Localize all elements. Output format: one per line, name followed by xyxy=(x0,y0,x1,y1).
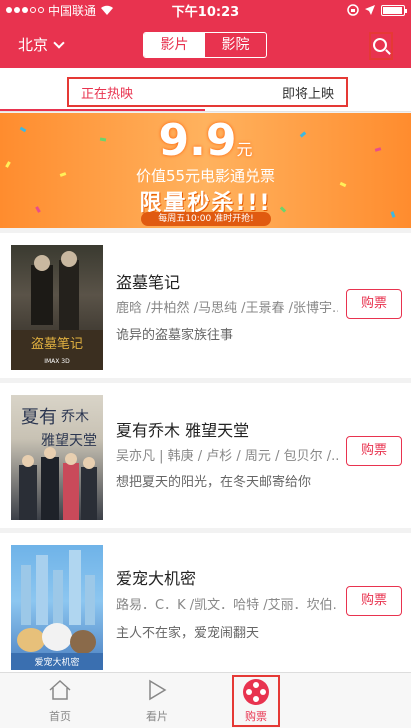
movie-item[interactable]: 盗墓笔记 IMAX 3D 盗墓笔记 鹿晗 /井柏然 /马思纯 /王景春 /张博宇… xyxy=(0,233,411,378)
movie-title: 夏有乔木 雅望天堂 xyxy=(116,421,250,440)
bottom-nav-label: 购票 xyxy=(245,710,267,723)
poster-xiayouqiaomu: 夏有 乔木 雅望天堂 xyxy=(11,395,103,520)
bottom-nav-watch[interactable]: 看片 xyxy=(127,679,187,724)
movie-cast: 路易．C．K /凯文．哈特 /艾丽．坎伯... xyxy=(116,598,338,613)
status-time: 下午10:23 xyxy=(171,4,240,20)
movie-cast: 吴亦凡 | 韩庚 / 卢杉 / 周元 / 包贝尔 /... xyxy=(116,449,338,464)
segment-control: 影片 影院 xyxy=(143,32,267,58)
bottom-nav-label: 看片 xyxy=(146,710,168,723)
movie-description: 想把夏天的阳光，在冬天邮寄给你 xyxy=(116,475,312,490)
rotation-lock-icon xyxy=(347,4,359,16)
signal-icon xyxy=(6,7,44,13)
search-button[interactable] xyxy=(369,32,393,60)
svg-text:盗墓笔记: 盗墓笔记 xyxy=(31,336,83,352)
chevron-down-icon xyxy=(53,36,65,49)
svg-text:夏有: 夏有 xyxy=(21,407,57,428)
nav-bar: 北京 影片 影院 xyxy=(0,20,411,68)
segment-movies[interactable]: 影片 xyxy=(144,33,205,57)
promo-price: 9.9元 xyxy=(158,115,253,166)
buy-ticket-button[interactable]: 购票 xyxy=(346,586,402,616)
movie-title: 盗墓笔记 xyxy=(116,273,181,292)
buy-ticket-button[interactable]: 购票 xyxy=(346,436,402,466)
buy-ticket-button[interactable]: 购票 xyxy=(346,289,402,319)
movie-description: 主人不在家，爱宠闹翻天 xyxy=(116,626,260,641)
svg-text:乔木: 乔木 xyxy=(61,409,89,425)
bottom-nav-label: 首页 xyxy=(49,710,71,723)
home-icon xyxy=(49,679,71,700)
carrier-label: 中国联通 xyxy=(48,3,97,18)
movie-description: 诡异的盗墓家族往事 xyxy=(116,328,234,343)
promo-subtitle: 价值55元电影通兑票 xyxy=(135,167,276,185)
movie-cast: 鹿晗 /井柏然 /马思纯 /王景春 /张博宇... xyxy=(116,301,338,316)
location-icon xyxy=(365,5,375,15)
wifi-icon xyxy=(101,5,114,15)
svg-text:爱宠大机密: 爱宠大机密 xyxy=(34,656,79,668)
bottom-nav-tickets[interactable]: 购票 xyxy=(232,675,280,727)
svg-text:雅望天堂: 雅望天堂 xyxy=(41,433,97,449)
poster-daomubiji: 盗墓笔记 IMAX 3D xyxy=(11,245,103,370)
segment-cinemas[interactable]: 影院 xyxy=(205,33,266,57)
movie-item[interactable]: 夏有 乔木 雅望天堂 夏有乔木 雅望天堂 吴亦凡 | 韩庚 / 卢杉 / 周元 … xyxy=(0,383,411,528)
battery-icon xyxy=(381,4,407,16)
promo-banner[interactable]: 9.9元 价值55元电影通兑票 限量秒杀!!! 每周五10:00 准时开抢! xyxy=(0,113,411,228)
play-icon xyxy=(149,679,167,701)
tabs-highlight: 正在热映 即将上映 xyxy=(67,77,348,107)
promo-price-unit: 元 xyxy=(236,140,253,159)
bottom-nav: 首页 看片 购票 xyxy=(0,672,411,728)
tab-now-showing[interactable]: 正在热映 xyxy=(81,83,133,102)
movie-tabs: 正在热映 即将上映 xyxy=(0,68,411,112)
city-selector[interactable]: 北京 xyxy=(18,34,65,55)
tab-coming-soon[interactable]: 即将上映 xyxy=(282,83,334,102)
search-icon xyxy=(373,37,387,52)
svg-text:IMAX 3D: IMAX 3D xyxy=(44,358,70,365)
film-reel-icon xyxy=(243,679,269,705)
status-bar: 中国联通 下午10:23 xyxy=(0,0,411,20)
movie-title: 爱宠大机密 xyxy=(116,569,197,588)
poster-aichongdajimi: 爱宠大机密 xyxy=(11,545,103,670)
bottom-nav-home[interactable]: 首页 xyxy=(30,679,90,724)
movie-item[interactable]: 爱宠大机密 爱宠大机密 路易．C．K /凯文．哈特 /艾丽．坎伯... 主人不在… xyxy=(0,533,411,678)
city-label: 北京 xyxy=(18,36,49,54)
tab-active-indicator xyxy=(0,109,205,111)
promo-note: 每周五10:00 准时开抢! xyxy=(141,212,271,226)
